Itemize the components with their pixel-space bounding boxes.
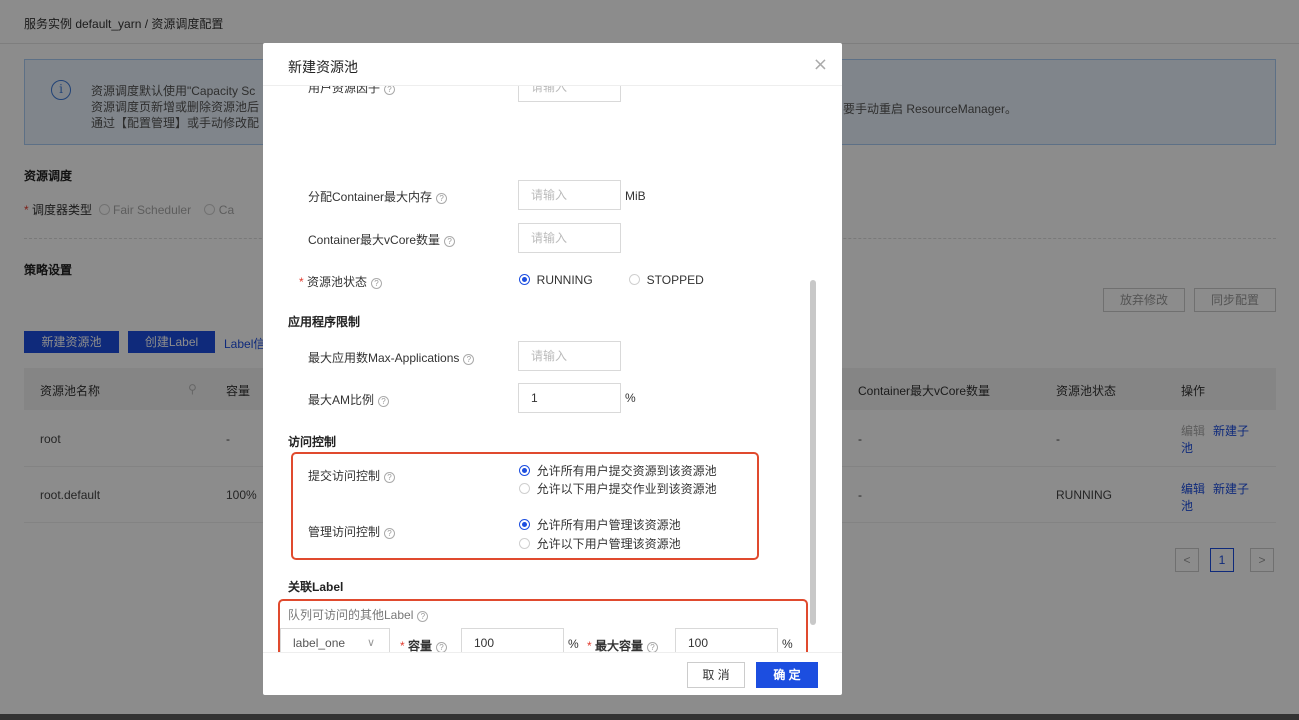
status-stopped-option[interactable]: STOPPED [629,273,704,287]
label-select[interactable]: label_one ∨ [280,628,390,652]
submit-all-option[interactable]: 允许所有用户提交资源到该资源池 [519,462,717,479]
max-mem-label: 分配Container最大内存? [308,188,448,205]
user-factor-input[interactable]: 请输入 [518,86,621,102]
submit-some-option[interactable]: 允许以下用户提交作业到该资源池 [519,480,717,497]
ok-button[interactable]: 确 定 [756,662,818,688]
access-control-title: 访问控制 [288,435,337,449]
help-icon: ? [417,611,429,622]
submit-acl-label: 提交访问控制? [308,467,396,484]
capacity-unit: % [568,637,579,651]
help-icon: ? [384,86,396,95]
bottom-bar [0,714,1299,720]
submit-some-radio[interactable] [519,483,530,494]
max-am-input[interactable]: 1 [518,383,621,413]
help-icon: ? [384,528,396,539]
label-section-title: 关联Label [288,580,344,594]
help-icon: ? [463,354,475,365]
dialog-title: 新建资源池 [288,59,358,75]
max-vcore-label: Container最大vCore数量? [308,231,456,248]
admin-all-radio[interactable] [519,519,530,530]
capacity-label: * 容量? [400,637,448,652]
user-factor-label: 用户资源因子? [308,86,396,96]
admin-all-option[interactable]: 允许所有用户管理该资源池 [519,516,681,533]
status-stopped-radio[interactable] [629,274,640,285]
help-icon: ? [647,642,659,652]
max-capacity-label: * 最大容量? [587,637,659,652]
status-running-option[interactable]: RUNNING [519,273,593,287]
chevron-down-icon: ∨ [366,637,375,649]
max-vcore-input[interactable]: 请输入 [518,223,621,253]
close-icon[interactable]: × [813,54,828,75]
new-pool-dialog: 新建资源池 × 用户资源因子? 请输入 分配Container最大内存? 请输入… [263,43,842,695]
help-icon: ? [444,236,456,247]
max-capacity-input[interactable]: 100 [675,628,778,652]
max-am-unit: % [625,391,636,405]
max-apps-label: 最大应用数Max-Applications? [308,349,475,366]
help-icon: ? [371,278,383,289]
max-apps-input[interactable]: 请输入 [518,341,621,371]
max-mem-unit: MiB [625,189,646,203]
dialog-footer-divider [263,652,842,653]
dialog-scrollbar[interactable] [810,280,816,625]
help-icon: ? [436,642,448,652]
admin-some-radio[interactable] [519,538,530,549]
status-running-radio[interactable] [519,274,530,285]
cancel-button[interactable]: 取 消 [687,662,745,688]
label-hint: 队列可访问的其他Label? [288,606,429,623]
submit-all-radio[interactable] [519,465,530,476]
help-icon: ? [378,396,390,407]
dialog-body[interactable]: 用户资源因子? 请输入 分配Container最大内存? 请输入 MiB Con… [263,86,842,652]
admin-some-option[interactable]: 允许以下用户管理该资源池 [519,535,681,552]
max-am-label: 最大AM比例? [308,391,390,408]
capacity-input[interactable]: 100 [461,628,564,652]
admin-acl-label: 管理访问控制? [308,523,396,540]
max-mem-input[interactable]: 请输入 [518,180,621,210]
help-icon: ? [384,472,396,483]
app-limit-title: 应用程序限制 [288,315,361,329]
max-capacity-unit: % [782,637,793,651]
help-icon: ? [436,193,448,204]
pool-status-label: * 资源池状态? [299,273,383,290]
